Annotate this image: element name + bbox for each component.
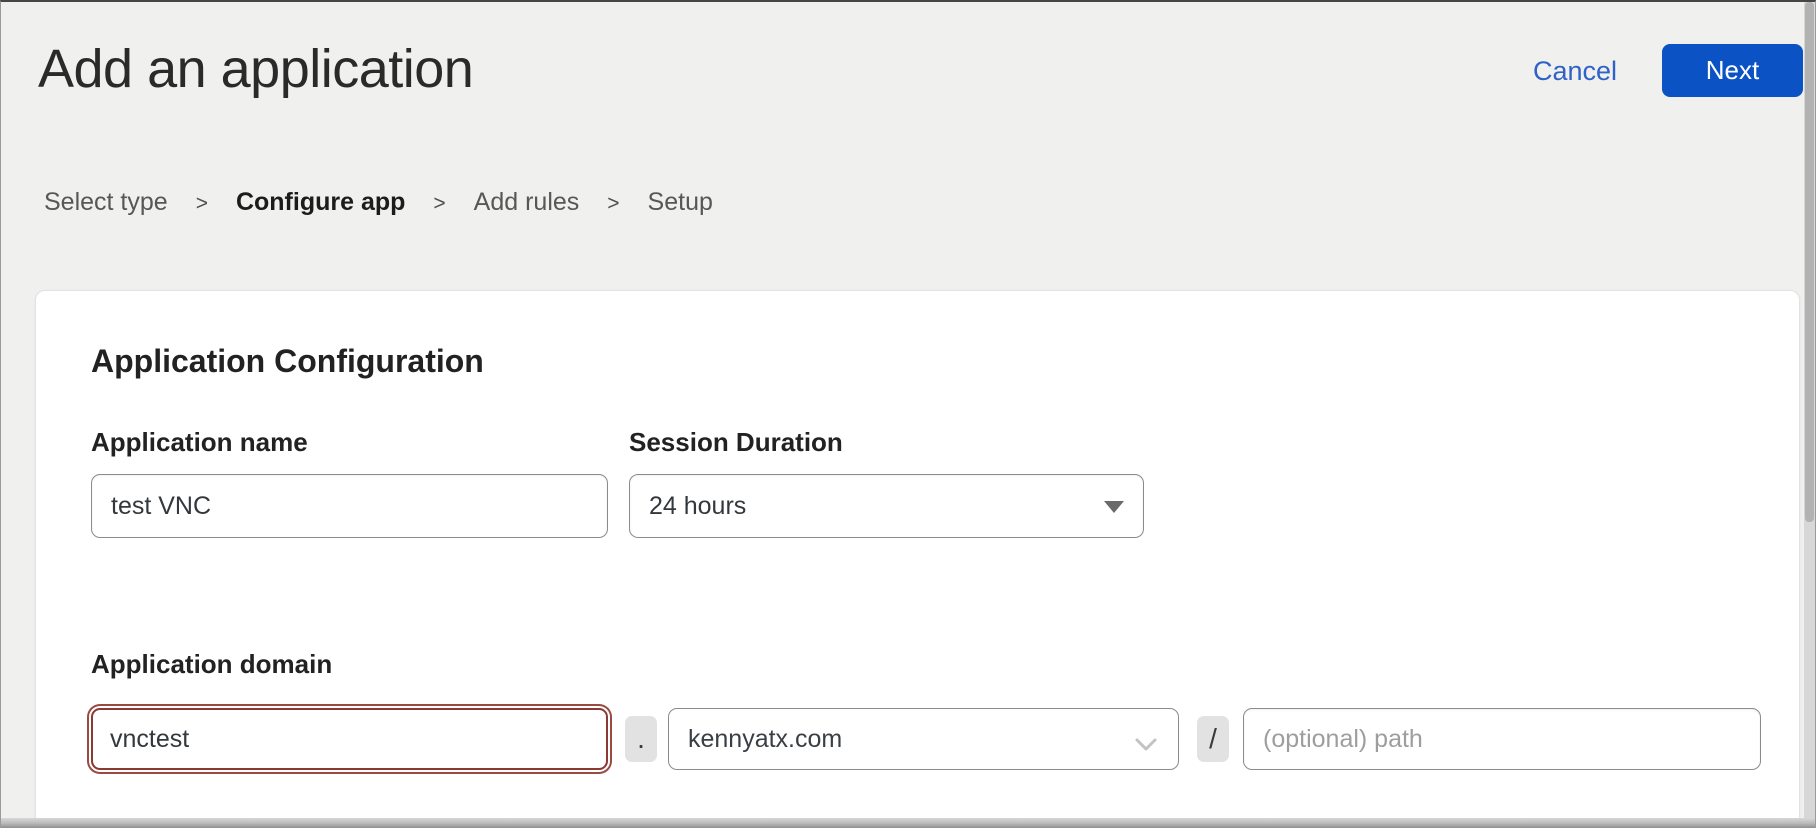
vertical-scrollbar[interactable] xyxy=(1804,2,1815,818)
window-bottom-edge xyxy=(0,818,1816,828)
chevron-down-icon xyxy=(1134,731,1158,760)
session-duration-value: 24 hours xyxy=(649,492,746,521)
next-button[interactable]: Next xyxy=(1662,44,1803,97)
session-duration-label: Session Duration xyxy=(629,427,843,458)
section-title: Application Configuration xyxy=(91,343,484,380)
caret-down-icon xyxy=(1104,501,1124,513)
domain-select[interactable]: kennyatx.com xyxy=(668,708,1179,770)
page-title: Add an application xyxy=(38,38,473,100)
application-domain-row: . kennyatx.com / xyxy=(91,706,1761,772)
breadcrumb-step-setup[interactable]: Setup xyxy=(648,188,713,217)
slash-separator: / xyxy=(1197,716,1229,762)
breadcrumb-step-select-type[interactable]: Select type xyxy=(44,188,168,217)
application-configuration-card: Application Configuration Application na… xyxy=(35,290,1800,818)
cancel-link[interactable]: Cancel xyxy=(1532,56,1618,87)
breadcrumb-separator: > xyxy=(433,190,445,216)
scrollbar-thumb[interactable] xyxy=(1805,2,1814,522)
breadcrumb-separator: > xyxy=(607,190,619,216)
breadcrumb-step-add-rules[interactable]: Add rules xyxy=(474,188,580,217)
session-duration-select[interactable]: 24 hours xyxy=(629,474,1144,538)
domain-select-value: kennyatx.com xyxy=(688,725,842,754)
add-application-page: Add an application Cancel Next Select ty… xyxy=(0,0,1816,828)
subdomain-input[interactable] xyxy=(91,708,608,770)
breadcrumb-separator: > xyxy=(196,190,208,216)
application-name-label: Application name xyxy=(91,427,308,458)
breadcrumb-step-configure-app[interactable]: Configure app xyxy=(236,188,405,217)
dot-separator: . xyxy=(625,716,657,762)
path-input[interactable] xyxy=(1243,708,1761,770)
application-domain-label: Application domain xyxy=(91,649,332,680)
breadcrumb: Select type > Configure app > Add rules … xyxy=(44,188,713,217)
application-name-input[interactable] xyxy=(91,474,608,538)
